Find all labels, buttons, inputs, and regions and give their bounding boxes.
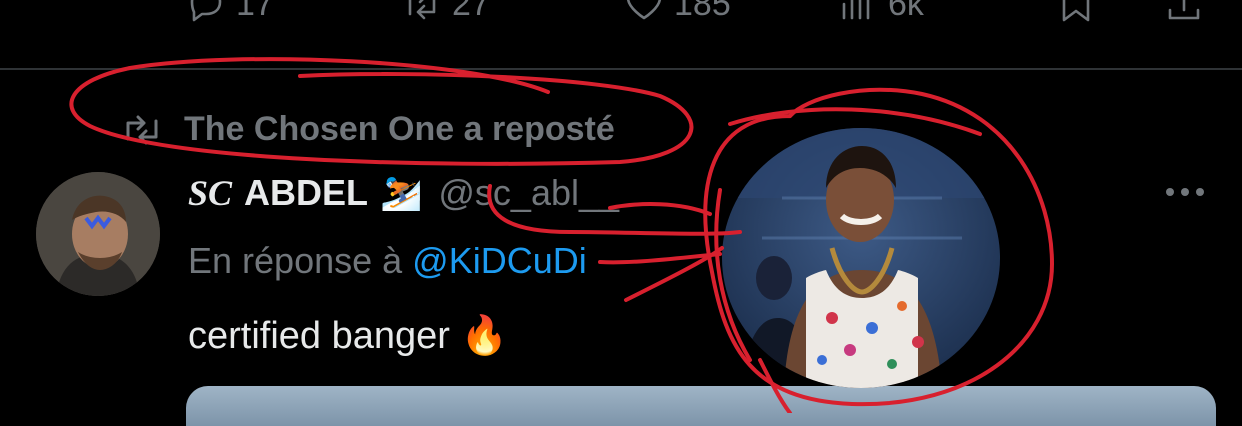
tweet-action-bar: 17 27 185 6k bbox=[0, 0, 1242, 34]
bookmark-icon bbox=[1062, 0, 1090, 22]
avatar-image bbox=[36, 172, 160, 296]
user-handle[interactable]: @sc_abl__ bbox=[438, 172, 619, 214]
repost-button[interactable]: 27 bbox=[402, 0, 490, 24]
reply-prefix: En réponse à bbox=[188, 240, 413, 281]
repost-context-label: The Chosen One a reposté bbox=[184, 110, 615, 148]
repost-icon bbox=[126, 115, 158, 144]
repost-icon bbox=[408, 0, 436, 20]
display-name-prefix: SC bbox=[188, 173, 233, 213]
reply-button[interactable]: 17 bbox=[186, 0, 274, 24]
reply-icon bbox=[190, 0, 222, 22]
tweet-media[interactable] bbox=[186, 386, 1216, 426]
views-button[interactable]: 6k bbox=[838, 0, 924, 24]
share-icon bbox=[1168, 0, 1200, 20]
display-name[interactable]: SC ABDEL bbox=[188, 172, 368, 214]
more-options-icon[interactable] bbox=[1166, 188, 1204, 196]
bookmark-button[interactable] bbox=[1056, 0, 1096, 24]
views-count: 6k bbox=[888, 0, 924, 23]
repost-count: 27 bbox=[452, 0, 490, 23]
display-name-text: ABDEL bbox=[244, 172, 369, 213]
share-button[interactable] bbox=[1164, 0, 1204, 24]
red-annotation-scribbles bbox=[69, 57, 1054, 413]
reply-count: 17 bbox=[236, 0, 274, 23]
fire-emoji: 🔥 bbox=[460, 315, 508, 357]
like-button[interactable]: 185 bbox=[624, 0, 731, 24]
like-count: 185 bbox=[674, 0, 731, 23]
repost-context[interactable]: The Chosen One a reposté bbox=[122, 110, 615, 149]
tweet-divider bbox=[0, 68, 1242, 70]
avatar[interactable] bbox=[36, 172, 160, 296]
tweet-text: certified banger bbox=[188, 315, 450, 357]
skier-emoji: ⛷️ bbox=[380, 174, 423, 212]
overlay-photo bbox=[722, 128, 1000, 388]
tweet-body: certified banger 🔥 bbox=[188, 314, 508, 358]
overlay-photo-image bbox=[722, 128, 1000, 388]
analytics-icon bbox=[842, 0, 870, 20]
reply-context: En réponse à @KiDCuDi bbox=[188, 240, 587, 282]
tweet-header: SC ABDEL ⛷️ @sc_abl__ bbox=[188, 172, 619, 214]
reply-mention-link[interactable]: @KiDCuDi bbox=[412, 240, 587, 281]
heart-icon bbox=[627, 0, 661, 20]
